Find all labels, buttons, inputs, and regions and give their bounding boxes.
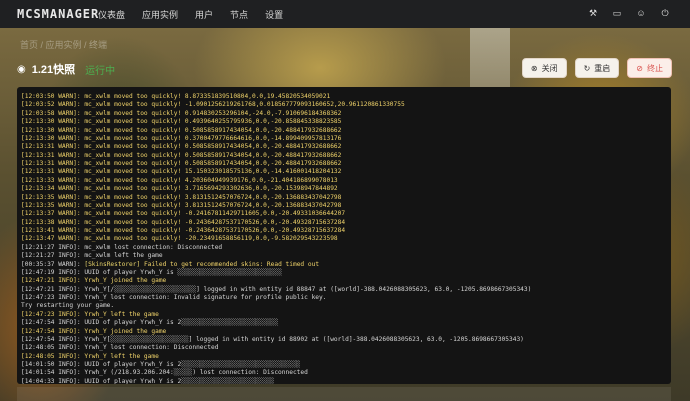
close-button-label: 关闭 [541, 63, 558, 73]
console-line: [12:47:54 INFO]: Yrwh_Y[░░░░░░░░░░░░░░░░… [21, 335, 524, 343]
console-line: [12:13:31 WARN]: mc_xwlm moved too quick… [21, 160, 342, 167]
terminal-output: [12:03:50 WARN]: mc_xwlm moved too quick… [17, 87, 671, 384]
console-line: [12:47:21 INFO]: Yrwh_Y joined the game [21, 277, 167, 285]
console-line: [12:03:52 WARN]: mc_xwlm moved too quick… [21, 101, 405, 109]
instance-status-row: ◉ 1.21快照 运行中 [17, 61, 115, 77]
console-line: [12:47:23 INFO]: Yrwh_Y left the game [21, 310, 159, 318]
console-line: [12:13:33 WARN]: mc_xwlm moved too quick… [21, 176, 338, 184]
console-line: [12:13:37 WARN]: mc_xwlm moved too quick… [21, 210, 346, 218]
console-line: [12:13:34 WARN]: mc_xwlm moved too quick… [21, 185, 338, 193]
layout-icon[interactable]: ▭ [612, 8, 622, 18]
console-line: [12:47:21 INFO]: Yrwh_Y[/░░░░░░░░░░░░░░░… [21, 285, 532, 293]
console-line: [12:13:31 WARN]: mc_xwlm moved too quick… [21, 143, 342, 151]
console-line: [12:13:35 WARN]: mc_xwlm moved too quick… [21, 201, 342, 209]
logout-icon[interactable]: ⏻ [660, 8, 670, 18]
user-icon[interactable]: ☺ [636, 8, 646, 18]
console-line: [12:13:41 WARN]: mc_xwlm moved too quick… [21, 227, 346, 234]
app-logo[interactable]: MCSMANAGER [17, 7, 98, 21]
nav-instances[interactable]: 应用实例 [142, 8, 178, 21]
console-line: [12:13:31 WARN]: mc_xwlm moved too quick… [21, 151, 342, 159]
main-nav: 仪表盘 应用实例 用户 节点 设置 [98, 8, 300, 21]
console-line: [12:13:30 WARN]: mc_xwlm moved too quick… [21, 134, 342, 142]
console-line: [12:47:23 INFO]: Yrwh_Y lost connection:… [21, 294, 327, 301]
close-button[interactable]: ⊗ 关闭 [521, 58, 567, 78]
eye-icon: ◉ [17, 63, 26, 75]
console-line: [12:21:27 INFO]: mc_xwlm lost connection… [21, 243, 223, 251]
console-line: [12:13:30 WARN]: mc_xwlm moved too quick… [21, 118, 342, 126]
breadcrumb: 首页 / 应用实例 / 终端 [20, 40, 108, 50]
console-line: [12:13:38 WARN]: mc_xwlm moved too quick… [21, 218, 346, 226]
restart-icon: ↻ [583, 63, 591, 73]
stop-button[interactable]: ⊘ 终止 [627, 58, 672, 78]
console-line: [12:21:27 INFO]: mc_xwlm left the game [21, 252, 163, 260]
stop-icon: ⊘ [636, 63, 643, 73]
console-line: [14:01:54 INFO]: Yrwh_Y (/218.93.206.204… [21, 369, 308, 377]
console-line: [12:13:47 WARN]: mc_xwlm moved too quick… [21, 235, 338, 243]
restart-button[interactable]: ↻ 重启 [574, 58, 620, 78]
command-input-area[interactable] [17, 387, 671, 401]
top-navbar: MCSMANAGER 仪表盘 应用实例 用户 节点 设置 ⚒ ▭ ☺ ⏻ [0, 0, 690, 28]
nav-users[interactable]: 用户 [195, 8, 213, 21]
console-line: [12:03:58 WARN]: mc_xwlm moved too quick… [21, 109, 342, 117]
nav-settings[interactable]: 设置 [265, 8, 283, 21]
nav-nodes[interactable]: 节点 [230, 8, 248, 21]
console-line: [12:47:54 INFO]: Yrwh_Y joined the game [21, 327, 167, 335]
top-icon-group: ⚒ ▭ ☺ ⏻ [588, 8, 670, 18]
status-badge: 运行中 [85, 65, 116, 77]
console-line: Try restarting your game. [21, 302, 115, 310]
console-line: [12:48:05 INFO]: Yrwh_Y lost connection:… [21, 344, 219, 352]
console-line: [12:47:19 INFO]: UUID of player Yrwh_Y i… [21, 268, 282, 276]
terminal-console[interactable]: [12:03:50 WARN]: mc_xwlm moved too quick… [17, 87, 671, 384]
console-line: [12:47:54 INFO]: UUID of player Yrwh_Y i… [21, 319, 279, 327]
nav-dashboard[interactable]: 仪表盘 [98, 8, 125, 21]
brush-icon[interactable]: ⚒ [588, 8, 598, 18]
restart-button-label: 重启 [594, 63, 611, 73]
console-line: [12:03:50 WARN]: mc_xwlm moved too quick… [21, 93, 331, 100]
console-line: [14:04:33 INFO]: UUID of player Yrwh_Y i… [21, 377, 275, 384]
console-line: [12:13:31 WARN]: mc_xwlm moved too quick… [21, 168, 342, 176]
stop-button-label: 终止 [647, 63, 663, 73]
console-line: [00:35:37 WARN]: [SkinsRestorer] Failed … [21, 260, 320, 268]
instance-version: 1.21快照 [31, 64, 76, 76]
console-line: [12:48:05 INFO]: Yrwh_Y left the game [21, 352, 159, 360]
close-icon: ⊗ [530, 63, 538, 73]
instance-actions: ⊗ 关闭 ↻ 重启 ⊘ 终止 [521, 58, 672, 78]
console-line: [12:13:35 WARN]: mc_xwlm moved too quick… [21, 193, 342, 201]
console-line: [12:13:30 WARN]: mc_xwlm moved too quick… [21, 126, 342, 134]
